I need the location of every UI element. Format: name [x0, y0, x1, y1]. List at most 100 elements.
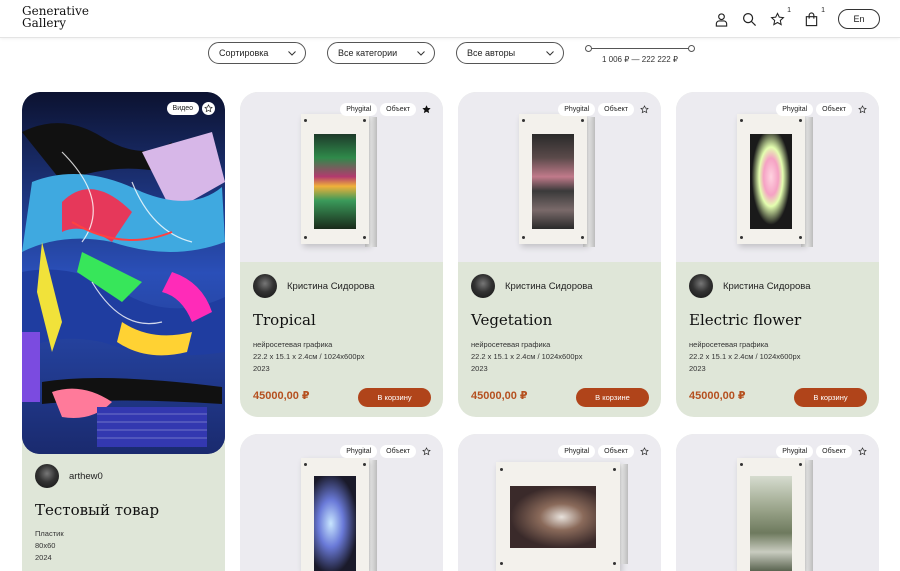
site-logo[interactable]: Generative Gallery — [22, 5, 102, 29]
frame-screw — [581, 119, 584, 122]
object-badge: Объект — [598, 102, 634, 116]
product-card[interactable]: Phygital Объект Кристина Сидорова Tropic… — [240, 92, 443, 417]
frame-screw — [740, 463, 743, 466]
product-badges: Phygital Объект — [773, 102, 869, 116]
star-icon — [204, 104, 213, 113]
price-range-track[interactable] — [588, 48, 692, 49]
featured-artwork[interactable]: Видео — [22, 92, 225, 454]
size: 80x60 — [35, 541, 56, 550]
author-info[interactable]: arthew0 — [35, 464, 103, 488]
favorite-toggle[interactable] — [637, 102, 651, 116]
product-image[interactable]: Phygital Объект — [458, 92, 661, 262]
favorite-toggle[interactable] — [637, 444, 651, 458]
electric-flower-artwork — [750, 134, 792, 229]
frame-screw — [500, 468, 503, 471]
frame-screw — [304, 463, 307, 466]
acrylic-frame — [301, 458, 369, 571]
category: нейросетевая графика — [253, 340, 333, 349]
author-info[interactable]: Кристина Сидорова — [471, 274, 593, 298]
product-title[interactable]: Vegetation — [471, 311, 552, 329]
author-label: Все авторы — [467, 48, 516, 58]
star-icon — [857, 446, 867, 455]
star-icon — [769, 11, 785, 26]
frame-screw — [613, 468, 616, 471]
language-switch[interactable]: En — [838, 9, 880, 29]
object-badge: Объект — [380, 102, 416, 116]
object-badge: Объект — [598, 444, 634, 458]
featured-product-card[interactable]: Видео arthew0 Тестовый товар Пластик 80x… — [22, 92, 225, 571]
product-image[interactable]: Phygital Объект — [676, 434, 879, 571]
frame-screw — [522, 236, 525, 239]
product-card[interactable]: Phygital Объект Кристина Сидорова Vegeta… — [458, 92, 661, 417]
product-badges: Phygital Объект — [555, 102, 651, 116]
forest-swan-artwork — [750, 476, 792, 571]
product-badges: Phygital Объект — [337, 102, 433, 116]
product-card[interactable]: Phygital Объект — [240, 434, 443, 571]
object-badge: Объект — [816, 444, 852, 458]
abstract-artwork-image — [22, 92, 225, 454]
price-range-label: 1 006 ₽ — 222 222 ₽ — [601, 55, 678, 64]
in-cart-button[interactable]: В корзине — [576, 388, 649, 407]
star-icon — [857, 104, 867, 113]
phygital-badge: Phygital — [558, 102, 596, 116]
acrylic-frame — [737, 458, 805, 571]
author-info[interactable]: Кристина Сидорова — [253, 274, 375, 298]
frame-screw — [581, 236, 584, 239]
add-to-cart-button[interactable]: В корзину — [794, 388, 867, 407]
chevron-down-icon — [546, 51, 554, 56]
dimensions: 22.2 x 15.1 x 2.4см / 1024x600px — [471, 352, 583, 361]
frame-screw — [799, 463, 802, 466]
product-image[interactable]: Phygital Объект — [240, 92, 443, 262]
chevron-down-icon — [417, 51, 425, 56]
product-image[interactable]: Phygital Объект — [458, 434, 661, 571]
favorites-button[interactable]: 1 — [766, 7, 791, 30]
product-price: 45000,00 ₽ — [253, 390, 310, 402]
add-to-cart-button[interactable]: В корзину — [358, 388, 431, 407]
product-image[interactable]: Phygital Объект — [676, 92, 879, 262]
product-card[interactable]: Phygital Объект — [676, 434, 879, 571]
logo-line-2: Gallery — [22, 16, 67, 30]
sort-select[interactable]: Сортировка — [208, 42, 306, 64]
phygital-badge: Phygital — [558, 444, 596, 458]
site-header: Generative Gallery 1 1 En — [0, 0, 900, 38]
product-meta: нейросетевая графика 22.2 x 15.1 x 2.4см… — [689, 339, 800, 375]
acrylic-frame — [301, 114, 369, 244]
dimensions: 22.2 x 15.1 x 2.4см / 1024x600px — [689, 352, 801, 361]
sort-label: Сортировка — [219, 48, 269, 58]
favorite-toggle[interactable] — [419, 444, 433, 458]
product-price: 45000,00 ₽ — [689, 390, 746, 402]
favorite-toggle[interactable] — [855, 102, 869, 116]
author-select[interactable]: Все авторы — [456, 42, 564, 64]
search-button[interactable] — [738, 8, 760, 30]
product-meta: нейросетевая графика 22.2 x 15.1 x 2.4см… — [253, 339, 364, 375]
product-title[interactable]: Тестовый товар — [35, 501, 159, 519]
category-select[interactable]: Все категории — [327, 42, 435, 64]
favorite-toggle[interactable] — [202, 102, 215, 115]
frame-screw — [522, 119, 525, 122]
abstract-artwork — [314, 476, 356, 571]
product-meta: нейросетевая графика 22.2 x 15.1 x 2.4см… — [471, 339, 582, 375]
frame-screw — [613, 562, 616, 565]
bag-icon — [805, 11, 817, 26]
product-card[interactable]: Phygital Объект Кристина Сидорова Electr… — [676, 92, 879, 417]
product-title[interactable]: Electric flower — [689, 311, 801, 329]
favorite-toggle[interactable] — [419, 102, 433, 116]
avatar — [253, 274, 277, 298]
product-badges: Phygital Объект — [337, 444, 433, 458]
account-button[interactable] — [710, 8, 732, 30]
price-min-handle[interactable] — [585, 45, 592, 52]
object-badge: Объект — [380, 444, 416, 458]
product-image[interactable]: Phygital Объект — [240, 434, 443, 571]
vegetation-artwork — [532, 134, 574, 229]
product-card[interactable]: Phygital Объект — [458, 434, 661, 571]
phygital-badge: Phygital — [340, 102, 378, 116]
author-info[interactable]: Кристина Сидорова — [689, 274, 811, 298]
abstract-artwork — [510, 486, 596, 548]
favorite-toggle[interactable] — [855, 444, 869, 458]
header-actions: 1 1 En — [704, 7, 880, 30]
cart-button[interactable]: 1 — [800, 7, 825, 30]
price-max-handle[interactable] — [688, 45, 695, 52]
product-title[interactable]: Tropical — [253, 311, 316, 329]
avatar — [471, 274, 495, 298]
frame-screw — [799, 236, 802, 239]
